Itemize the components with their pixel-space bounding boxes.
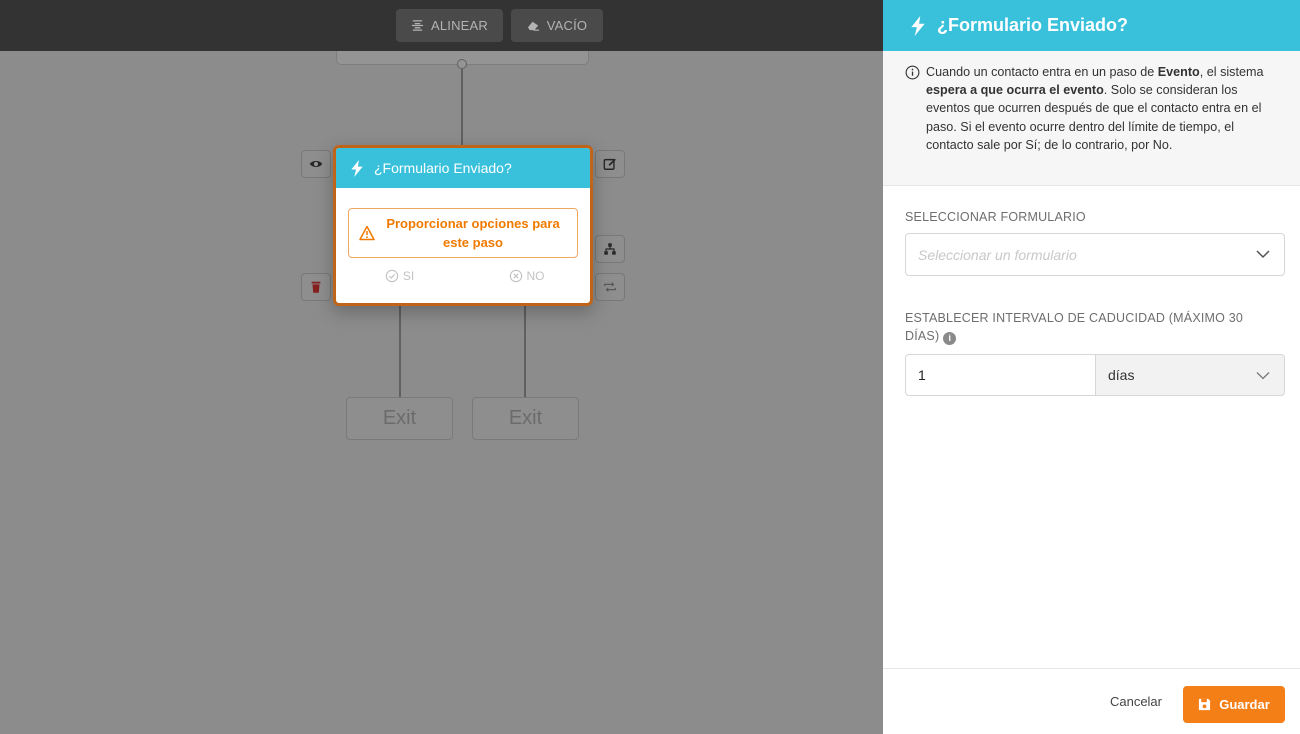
check-circle-icon — [385, 269, 399, 283]
chevron-down-icon — [1256, 372, 1270, 380]
info-text-part: , el sistema — [1199, 65, 1264, 79]
node-warning: Proporcionar opciones para este paso — [348, 208, 578, 258]
canvas-toolbar: ALINEAR VACÍO — [0, 0, 883, 51]
branch-no-label: NO — [526, 269, 545, 283]
info-bold-event: Evento — [1157, 65, 1200, 79]
form-select-label: SELECCIONAR FORMULARIO — [905, 210, 1086, 224]
save-label: Guardar — [1219, 697, 1270, 712]
branch-yes-label: SI — [402, 269, 415, 283]
clear-button[interactable]: VACÍO — [511, 9, 603, 42]
form-select[interactable]: Seleccionar un formulario — [905, 233, 1285, 276]
warning-icon — [359, 225, 375, 241]
panel-info-box: Cuando un contacto entra en un paso de E… — [883, 51, 1300, 186]
panel-info-text: Cuando un contacto entra en un paso de E… — [926, 63, 1282, 173]
align-center-icon — [411, 20, 424, 31]
panel-title: ¿Formulario Enviado? — [937, 15, 1129, 35]
event-step-node[interactable]: ¿Formulario Enviado? Proporcionar opcion… — [333, 145, 593, 306]
expiry-unit-select[interactable]: días — [1095, 354, 1285, 396]
floppy-disk-icon — [1199, 698, 1211, 711]
node-warning-text: Proporcionar opciones para este paso — [386, 216, 560, 250]
expiry-label: ESTABLECER INTERVALO DE CADUCIDAD (MÁXIM… — [905, 309, 1275, 345]
align-label: ALINEAR — [430, 18, 489, 33]
eraser-icon — [527, 21, 539, 31]
align-button[interactable]: ALINEAR — [396, 9, 503, 42]
save-button[interactable]: Guardar — [1183, 686, 1285, 723]
expiry-unit-value: días — [1108, 367, 1135, 383]
cancel-button[interactable]: Cancelar — [1110, 694, 1162, 709]
node-title: ¿Formulario Enviado? — [374, 160, 512, 176]
info-text-part: Cuando un contacto entra en un paso de — [926, 65, 1158, 79]
bolt-icon — [911, 15, 925, 36]
info-tooltip-icon[interactable]: i — [943, 331, 957, 345]
chevron-down-icon — [1256, 250, 1270, 259]
bolt-icon — [351, 159, 363, 177]
panel-header: ¿Formulario Enviado? — [883, 0, 1300, 51]
branch-no: NO — [463, 269, 590, 283]
clear-label: VACÍO — [546, 18, 588, 33]
info-bold-wait: espera a que ocurra el evento — [926, 83, 1104, 98]
form-select-placeholder: Seleccionar un formulario — [918, 246, 1077, 263]
x-circle-icon — [509, 269, 522, 283]
expiry-value-input[interactable]: 1 — [905, 354, 1095, 396]
info-circle-icon — [905, 65, 920, 80]
node-branches: SI NO — [336, 269, 590, 283]
node-header: ¿Formulario Enviado? — [336, 148, 590, 188]
step-settings-panel: ¿Formulario Enviado? Cuando un contacto … — [883, 0, 1300, 734]
panel-footer: Cancelar Guardar — [883, 668, 1300, 734]
branch-yes: SI — [336, 269, 463, 283]
